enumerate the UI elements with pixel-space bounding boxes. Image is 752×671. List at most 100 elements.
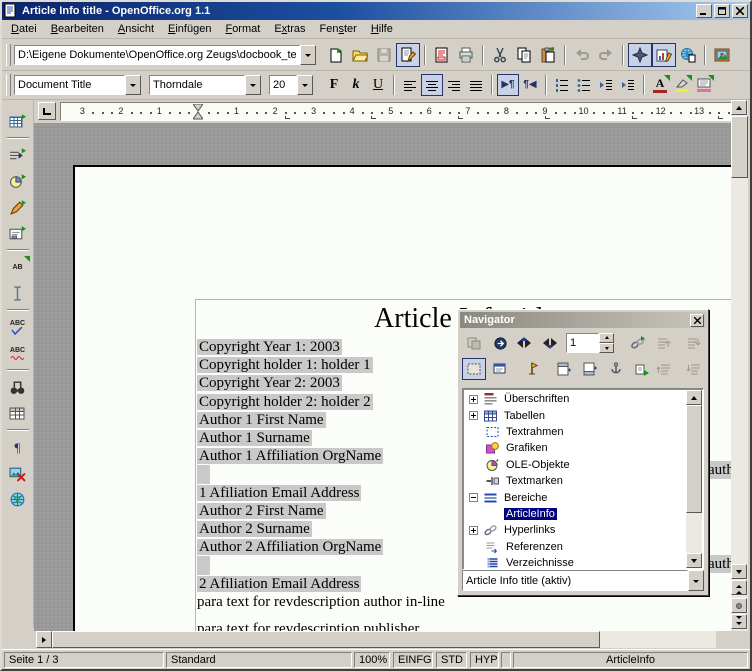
nonprinting-characters-icon[interactable]: ¶	[5, 435, 31, 459]
align-right-icon[interactable]	[443, 74, 465, 96]
copy-icon[interactable]	[512, 43, 536, 67]
cut-icon[interactable]	[488, 43, 512, 67]
collapse-icon[interactable]	[469, 493, 478, 502]
insert-icon[interactable]	[5, 143, 31, 167]
navigation-dot-icon[interactable]	[731, 598, 747, 613]
edit-file-icon[interactable]	[396, 43, 420, 67]
draw-functions-icon[interactable]	[5, 195, 31, 219]
navigator-close-icon[interactable]	[690, 314, 704, 327]
close-button[interactable]	[732, 4, 748, 18]
paragraph-style-input[interactable]	[15, 76, 124, 94]
paragraph-background-icon[interactable]	[693, 74, 715, 96]
toggle-master-view-icon[interactable]	[462, 332, 486, 354]
insert-table-icon[interactable]	[5, 109, 31, 133]
highlighting-icon[interactable]	[671, 74, 693, 96]
navigator-titlebar[interactable]: Navigator	[460, 312, 706, 328]
left-to-right-icon[interactable]: ▶¶	[497, 74, 519, 96]
print-icon[interactable]	[454, 43, 478, 67]
status-selection-mode[interactable]: STD	[436, 652, 467, 668]
horizontal-scroll-thumb[interactable]	[52, 631, 600, 648]
menu-bearbeiten[interactable]: Bearbeiten	[44, 21, 111, 37]
font-size-input[interactable]	[270, 76, 296, 94]
drag-mode-hyperlink-icon[interactable]	[626, 332, 650, 354]
scroll-up-icon[interactable]	[731, 100, 747, 115]
export-pdf-icon[interactable]	[430, 43, 454, 67]
footer-toggle-icon[interactable]	[578, 358, 602, 380]
header-toggle-icon[interactable]	[552, 358, 576, 380]
status-section[interactable]: ArticleInfo	[513, 652, 748, 668]
status-page[interactable]: Seite 1 / 3	[4, 652, 164, 668]
bullet-list-icon[interactable]	[573, 74, 595, 96]
tab-type-selector[interactable]	[38, 102, 56, 120]
align-justify-icon[interactable]	[465, 74, 487, 96]
navigator-document-input[interactable]	[463, 571, 687, 590]
size-dropdown-button[interactable]	[297, 75, 313, 95]
promote-chapter-icon[interactable]	[652, 358, 676, 380]
next-page-icon[interactable]	[731, 614, 747, 629]
graphics-on-off-icon[interactable]	[5, 461, 31, 485]
nav-tree-item[interactable]: OLE-Objekte	[463, 457, 685, 473]
italic-icon[interactable]: k	[345, 74, 367, 96]
undo-icon[interactable]	[570, 43, 594, 67]
toolbar-grip[interactable]	[6, 44, 11, 66]
nav-tree-item[interactable]: Grafiken	[463, 440, 685, 456]
hyperlink-dialog-icon[interactable]	[676, 43, 700, 67]
increase-indent-icon[interactable]	[617, 74, 639, 96]
page-number-input[interactable]	[567, 334, 598, 352]
menu-format[interactable]: Format	[218, 21, 267, 37]
content-view-icon[interactable]	[488, 358, 512, 380]
paste-icon[interactable]	[536, 43, 560, 67]
expand-icon[interactable]	[469, 395, 478, 404]
open-icon[interactable]	[348, 43, 372, 67]
data-sources-icon[interactable]	[5, 401, 31, 425]
nav-tree-item[interactable]: Textmarken	[463, 473, 685, 489]
nav-tree-item[interactable]: Referenzen	[463, 539, 685, 555]
bold-icon[interactable]: F	[323, 74, 345, 96]
titlebar[interactable]: Article Info title - OpenOffice.org 1.1	[2, 2, 750, 20]
menu-hilfe[interactable]: Hilfe	[364, 21, 400, 37]
nav-tree-item[interactable]: Bereiche	[463, 489, 685, 505]
align-left-icon[interactable]	[399, 74, 421, 96]
menu-extras[interactable]: Extras	[267, 21, 312, 37]
minimize-button[interactable]	[696, 4, 712, 18]
spin-up-button[interactable]	[599, 333, 614, 343]
font-color-icon[interactable]: A	[649, 74, 671, 96]
redo-icon[interactable]	[594, 43, 618, 67]
autotext-icon[interactable]: AB	[5, 255, 31, 279]
scroll-right-icon[interactable]	[36, 631, 52, 648]
url-dropdown-button[interactable]	[300, 45, 316, 65]
gallery-icon[interactable]	[710, 43, 734, 67]
tree-scroll-thumb[interactable]	[686, 405, 702, 513]
numbered-list-icon[interactable]	[551, 74, 573, 96]
next-object-icon[interactable]	[538, 332, 562, 354]
menu-einfuegen[interactable]: Einfügen	[161, 21, 218, 37]
anchor-text-icon[interactable]	[604, 358, 628, 380]
direct-cursor-icon[interactable]	[5, 281, 31, 305]
nav-tree-item[interactable]: Verzeichnisse	[463, 555, 685, 570]
align-center-icon[interactable]	[421, 74, 443, 96]
form-functions-icon[interactable]	[5, 221, 31, 245]
status-hyperlink-mode[interactable]: HYP	[470, 652, 499, 668]
vertical-scroll-thumb[interactable]	[731, 116, 748, 178]
menu-datei[interactable]: Datei	[4, 21, 44, 37]
nav-tree-item[interactable]: Textrahmen	[463, 424, 685, 440]
horizontal-ruler[interactable]: 3211234567891011121314	[60, 102, 733, 121]
spin-down-button[interactable]	[599, 343, 614, 353]
status-page-style[interactable]: Standard	[166, 652, 352, 668]
demote-level-icon[interactable]	[682, 332, 706, 354]
insert-object-icon[interactable]	[5, 169, 31, 193]
list-box-toggle-icon[interactable]	[462, 358, 486, 380]
new-document-icon[interactable]	[324, 43, 348, 67]
nav-tree-item[interactable]: ArticleInfo	[463, 506, 685, 522]
online-layout-icon[interactable]	[5, 487, 31, 511]
promote-level-icon[interactable]	[652, 332, 676, 354]
maximize-button[interactable]	[714, 4, 730, 18]
save-icon[interactable]	[372, 43, 396, 67]
spellcheck-icon[interactable]: ABC	[5, 315, 31, 339]
url-input[interactable]	[15, 46, 299, 64]
previous-page-icon[interactable]	[731, 580, 747, 595]
tree-scroll-down-icon[interactable]	[686, 553, 702, 568]
navigator-document-dropdown[interactable]	[688, 570, 704, 591]
menu-ansicht[interactable]: Ansicht	[111, 21, 161, 37]
decrease-indent-icon[interactable]	[595, 74, 617, 96]
